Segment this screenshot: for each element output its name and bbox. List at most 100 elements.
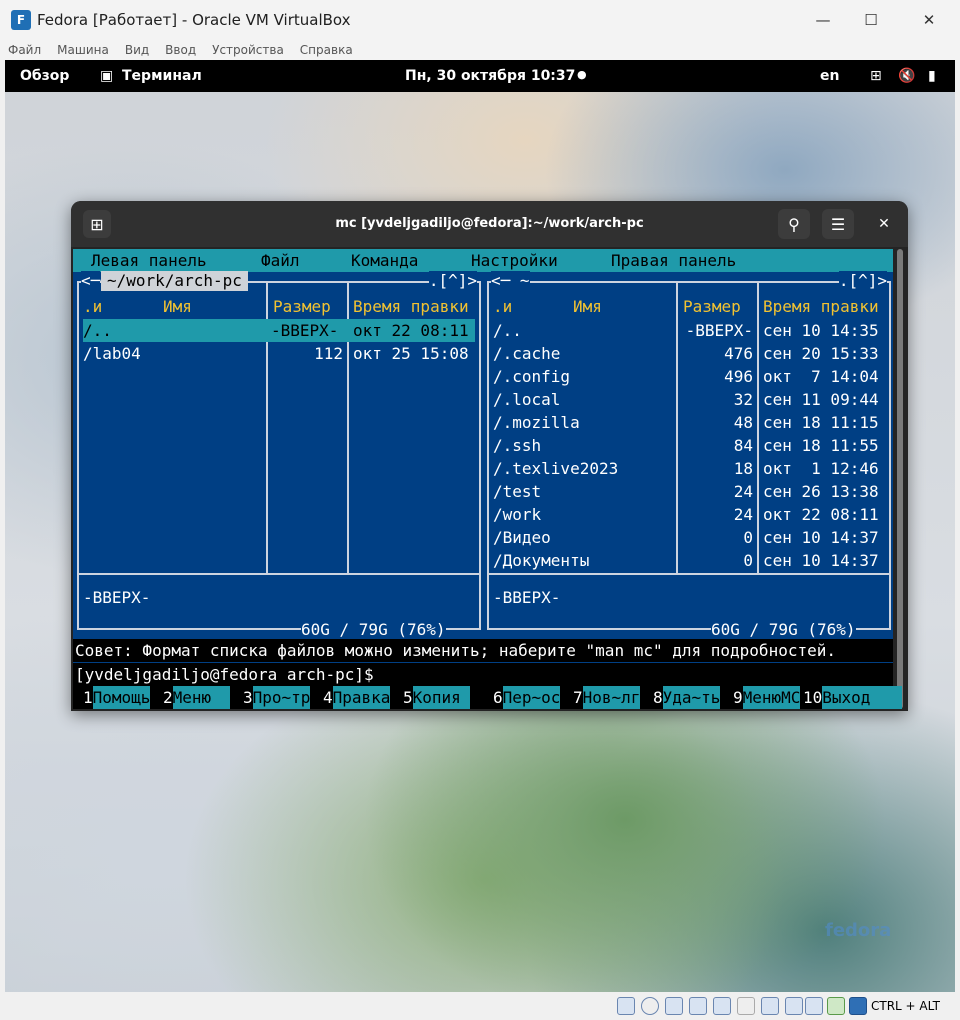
file-size: -ВВЕРХ- xyxy=(271,321,339,340)
display-icon[interactable] xyxy=(761,997,779,1015)
clock[interactable]: Пн, 30 октября 10:37 xyxy=(405,68,575,84)
disk-free: 60G / 79G (76%) xyxy=(711,620,856,640)
network-icon[interactable]: ⊞ xyxy=(870,68,882,84)
menu-devices[interactable]: Устройства xyxy=(212,43,284,57)
fkey-number: 7 xyxy=(573,688,583,707)
fkey-menu[interactable]: 2Меню xyxy=(163,686,231,709)
file-time: сен 26 13:38 xyxy=(763,482,879,501)
file-size: -ВВЕРХ- xyxy=(685,321,753,340)
terminal-app-icon: ▣ xyxy=(100,68,114,84)
column-header-name[interactable]: Имя xyxy=(163,295,192,318)
fkey-label: Помощь xyxy=(92,686,151,709)
usb-icon[interactable] xyxy=(713,997,731,1015)
mc-menu-right-panel[interactable]: Правая панель xyxy=(611,249,736,272)
terminal-scrollbar[interactable] xyxy=(897,249,903,709)
file-time: окт 22 08:11 xyxy=(353,321,469,340)
keyboard-capture-icon[interactable] xyxy=(849,997,867,1015)
battery-icon[interactable]: ▮ xyxy=(928,68,936,84)
fkey-menumc[interactable]: 9МенюMC xyxy=(733,686,801,709)
left-panel-path[interactable]: ~/work/arch-pc xyxy=(101,271,248,291)
panel-divider xyxy=(79,573,479,575)
menu-machine[interactable]: Машина xyxy=(57,43,109,57)
fkey-number: 5 xyxy=(403,688,413,707)
column-header-size[interactable]: Размер xyxy=(683,295,741,318)
audio-icon[interactable] xyxy=(665,997,683,1015)
fkey-label: Нов~лг xyxy=(582,686,641,709)
fkey-exit[interactable]: 10Выход xyxy=(803,686,903,709)
menu-view[interactable]: Вид xyxy=(125,43,149,57)
file-name: /lab04 xyxy=(83,344,141,363)
fkey-view[interactable]: 3Про~тр xyxy=(243,686,311,709)
file-time: окт 1 12:46 xyxy=(763,459,879,478)
menu-file[interactable]: Файл xyxy=(8,43,41,57)
hard-disk-icon[interactable] xyxy=(617,997,635,1015)
fkey-delete[interactable]: 8Уда~ть xyxy=(653,686,721,709)
virtualization-icon[interactable] xyxy=(805,997,823,1015)
search-icon[interactable]: ⚲ xyxy=(778,209,810,239)
panel-corner-right[interactable]: .[^]> xyxy=(428,271,477,291)
menu-input[interactable]: Ввод xyxy=(165,43,196,57)
column-header-time[interactable]: Время правки xyxy=(763,295,879,318)
function-key-bar: 1Помощь 2Меню 3Про~тр 4Правка 5Копия 6Пе… xyxy=(73,686,903,709)
app-menu[interactable]: Терминал xyxy=(122,68,202,84)
hamburger-menu-icon[interactable]: ☰ xyxy=(822,209,854,239)
fkey-move[interactable]: 6Пер~ос xyxy=(493,686,561,709)
column-header-time[interactable]: Время правки xyxy=(353,295,469,318)
guest-display[interactable]: Обзор ▣ Терминал Пн, 30 октября 10:37 ● … xyxy=(5,60,955,992)
file-name: /.mozilla xyxy=(493,413,580,432)
left-panel[interactable]: <─ ~/work/arch-pc .[^]> .и Имя Размер Вр… xyxy=(77,271,481,640)
mc-menu-command[interactable]: Команда xyxy=(351,249,418,272)
mc-hint-line: Совет: Формат списка файлов можно измени… xyxy=(73,639,893,662)
mc-menu-options[interactable]: Настройки xyxy=(471,249,558,272)
fkey-mkdir[interactable]: 7Нов~лг xyxy=(573,686,641,709)
fkey-edit[interactable]: 4Правка xyxy=(323,686,391,709)
terminal-headerbar: ⊞ mc [yvdeljgadiljo@fedora]:~/work/arch-… xyxy=(71,201,908,247)
optical-drive-icon[interactable] xyxy=(641,997,659,1015)
panel-corner-right[interactable]: .[^]> xyxy=(838,271,887,291)
file-name: /.texlive2023 xyxy=(493,459,619,478)
column-divider xyxy=(676,283,678,573)
fkey-label: МенюMC xyxy=(742,686,801,709)
mc-menu-left-panel[interactable]: Левая панель xyxy=(91,249,207,272)
mc-screen[interactable]: Левая панель Файл Команда Настройки Прав… xyxy=(73,249,903,709)
mc-menu-file[interactable]: Файл xyxy=(261,249,300,272)
mouse-integration-icon[interactable] xyxy=(827,997,845,1015)
file-name: /.local xyxy=(493,390,561,409)
fkey-label: Копия xyxy=(412,686,471,709)
column-header-name[interactable]: Имя xyxy=(573,295,602,318)
panel-status: -ВВЕРХ- xyxy=(83,588,151,607)
file-name: /work xyxy=(493,505,542,524)
file-time: сен 18 11:15 xyxy=(763,413,879,432)
maximize-button[interactable]: ☐ xyxy=(848,6,894,34)
file-size: 84 xyxy=(733,436,753,455)
column-header-n[interactable]: .и xyxy=(83,295,102,318)
close-icon[interactable]: ✕ xyxy=(873,213,895,235)
column-header-size[interactable]: Размер xyxy=(273,295,331,318)
mc-menubar: Левая панель Файл Команда Настройки Прав… xyxy=(73,249,893,272)
sound-muted-icon[interactable]: 🔇 xyxy=(898,68,915,84)
close-button[interactable]: ✕ xyxy=(906,6,952,34)
recording-icon[interactable] xyxy=(785,997,803,1015)
minimize-button[interactable]: — xyxy=(800,6,846,34)
network-adapter-icon[interactable] xyxy=(689,997,707,1015)
shared-folders-icon[interactable] xyxy=(737,997,755,1015)
file-size: 0 xyxy=(743,528,753,547)
fkey-number: 2 xyxy=(163,688,173,707)
menu-help[interactable]: Справка xyxy=(300,43,353,57)
fkey-help[interactable]: 1Помощь xyxy=(83,686,151,709)
fkey-number: 3 xyxy=(243,688,253,707)
terminal-window[interactable]: ⊞ mc [yvdeljgadiljo@fedora]:~/work/arch-… xyxy=(71,201,908,711)
file-size: 496 xyxy=(724,367,753,386)
activities-button[interactable]: Обзор xyxy=(20,68,69,84)
column-header-n[interactable]: .и xyxy=(493,295,512,318)
fkey-copy[interactable]: 5Копия xyxy=(403,686,471,709)
file-name: /.. xyxy=(83,321,112,340)
vbox-menubar: Файл Машина Вид Ввод Устройства Справка xyxy=(0,40,960,60)
file-size: 18 xyxy=(733,459,753,478)
shell-prompt[interactable]: [yvdeljgadiljo@fedora arch-pc]$ xyxy=(73,663,893,686)
fkey-number: 10 xyxy=(803,688,823,707)
keyboard-layout[interactable]: en xyxy=(820,68,839,84)
right-panel[interactable]: <─ ~ .[^]> .и Имя Размер Время правки /.… xyxy=(487,271,891,640)
gnome-top-bar: Обзор ▣ Терминал Пн, 30 октября 10:37 ● … xyxy=(5,60,955,92)
file-time: сен 18 11:55 xyxy=(763,436,879,455)
